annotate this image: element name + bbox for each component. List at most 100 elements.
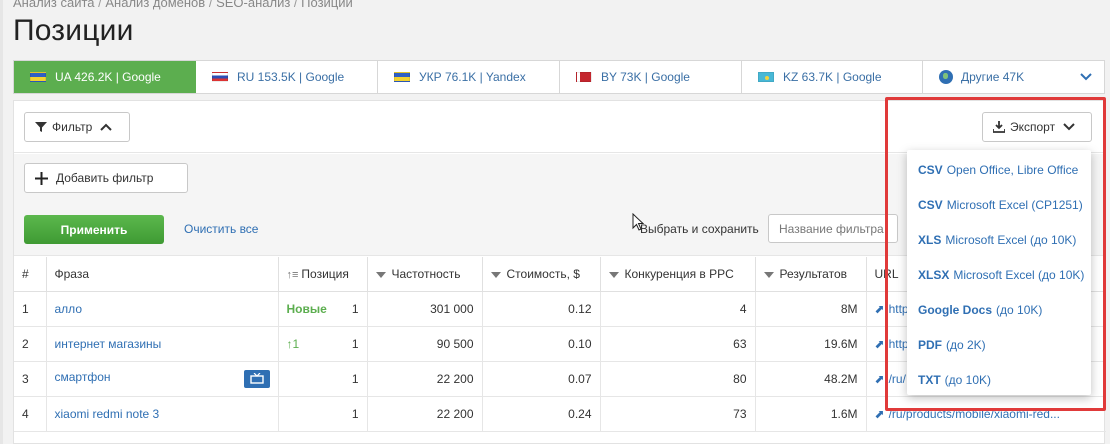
export-format: XLS — [918, 232, 942, 247]
breadcrumb: Анализ сайта / Анализ доменов / SEO-анал… — [13, 0, 353, 10]
breadcrumb-item[interactable]: Анализ доменов — [105, 0, 205, 10]
col-results[interactable]: Результатов — [755, 257, 867, 292]
col-frequency[interactable]: Частотность — [367, 257, 483, 292]
export-google-docs[interactable]: Google Docs (до 10K) — [907, 292, 1091, 327]
chevron-down-icon[interactable] — [1080, 73, 1092, 81]
position-value: 1 — [351, 406, 359, 421]
tab-other[interactable]: Другие 47K — [923, 61, 1104, 93]
tab-ukr-yandex[interactable]: УКР 76.1K | Yandex — [378, 61, 560, 93]
export-desc: (до 10K) — [996, 302, 1043, 317]
row-index: 4 — [14, 396, 47, 432]
export-desc: (до 2K) — [946, 337, 986, 352]
url-cell: ⬈ /ru/products/mobile/xiaomi-red... — [866, 396, 1106, 432]
ukraine-flag-icon — [394, 72, 410, 82]
belarus-flag-icon — [576, 72, 592, 82]
phrase-link[interactable]: алло — [55, 302, 83, 316]
export-csv-excel[interactable]: CSV Microsoft Excel (CP1251) — [907, 187, 1091, 222]
frequency-cell: 22 200 — [367, 361, 483, 397]
tab-by-google[interactable]: BY 73K | Google — [560, 61, 742, 93]
export-format: PDF — [918, 337, 942, 352]
export-button-label: Экспорт — [1010, 120, 1056, 134]
breadcrumb-item[interactable]: SEO-анализ — [216, 0, 290, 10]
position-value: 1 — [351, 301, 359, 316]
export-pdf[interactable]: PDF (до 2K) — [907, 327, 1091, 362]
position-cell: 1 — [278, 396, 368, 432]
col-ppc-label: Конкуренция в PPC — [624, 266, 734, 281]
add-filter-label: Добавить фильтр — [56, 171, 154, 185]
url-link[interactable]: /ru/ — [889, 372, 906, 386]
external-link-icon[interactable]: ⬈ — [875, 302, 885, 316]
clear-all-link[interactable]: Очистить все — [184, 222, 258, 236]
col-position-label: Позиция — [301, 266, 349, 281]
export-desc: Open Office, Libre Office — [946, 162, 1079, 177]
add-filter-button[interactable]: Добавить фильтр — [24, 163, 188, 193]
region-tabs: UA 426.2K | Google RU 153.5K | Google УК… — [13, 60, 1105, 94]
sort-asc-icon: ↑≡ — [286, 268, 299, 281]
export-desc: Microsoft Excel (CP1251) — [946, 197, 1083, 212]
col-cost[interactable]: Стоимость, $ — [482, 257, 601, 292]
export-desc: (до 10K) — [944, 372, 992, 387]
mouse-cursor-icon — [632, 213, 644, 231]
apply-button[interactable]: Применить — [24, 215, 164, 244]
phrase-link[interactable]: смартфон — [55, 370, 111, 384]
frequency-cell: 22 200 — [367, 396, 483, 432]
cost-cell: 0.24 — [482, 396, 601, 432]
export-xlsx[interactable]: XLSX Microsoft Excel (до 10K) — [907, 257, 1091, 292]
breadcrumb-item: Позиции — [301, 0, 353, 10]
sort-desc-icon — [763, 271, 774, 278]
col-position[interactable]: ↑≡ Позиция — [278, 257, 368, 292]
external-link-icon[interactable]: ⬈ — [875, 407, 885, 421]
filter-button-label: Фильтр — [52, 120, 93, 134]
position-cell: 1 — [278, 361, 368, 397]
export-dropdown-menu: CSV Open Office, Libre Office CSV Microsof… — [907, 150, 1091, 395]
tab-label: Другие 47K — [961, 70, 1025, 84]
export-xls[interactable]: XLS Microsoft Excel (до 10K) — [907, 222, 1091, 257]
position-change-badge: ↑1 — [286, 336, 300, 351]
phrase-link[interactable]: интернет магазины — [55, 337, 162, 351]
export-desc: Microsoft Excel (до 10K) — [953, 267, 1085, 282]
download-icon — [993, 121, 1005, 133]
phrase-cell: интернет магазины — [46, 326, 279, 362]
tab-kz-google[interactable]: KZ 63.7K | Google — [742, 61, 923, 93]
url-link[interactable]: /ru/products/mobile/xiaomi-red... — [889, 407, 1060, 421]
position-cell: Новые 1 — [278, 291, 368, 327]
url-link[interactable]: http — [889, 302, 909, 316]
export-format: CSV — [918, 162, 943, 177]
export-txt[interactable]: TXT (до 10K) — [907, 362, 1091, 397]
phrase-link[interactable]: xiaomi redmi note 3 — [55, 407, 160, 421]
export-button[interactable]: Экспорт — [982, 112, 1092, 142]
col-cost-label: Стоимость, $ — [506, 266, 580, 281]
tab-label: UA 426.2K | Google — [55, 70, 161, 84]
kazakhstan-flag-icon — [758, 72, 774, 82]
frequency-cell: 90 500 — [367, 326, 483, 362]
tab-ua-google[interactable]: UA 426.2K | Google — [14, 61, 196, 93]
select-save-label[interactable]: Выбрать и сохранить — [640, 222, 759, 236]
external-link-icon[interactable]: ⬈ — [875, 372, 885, 386]
tab-label: УКР 76.1K | Yandex — [419, 70, 526, 84]
col-ppc[interactable]: Конкуренция в PPC — [600, 257, 756, 292]
ppc-cell: 73 — [600, 396, 756, 432]
row-index: 2 — [14, 326, 47, 362]
ppc-cell: 63 — [600, 326, 756, 362]
media-icon[interactable] — [243, 369, 270, 388]
col-phrase[interactable]: Фраза — [46, 257, 279, 292]
chevron-down-icon — [1063, 123, 1075, 131]
position-change-badge: Новые — [286, 301, 327, 316]
position-cell: ↑1 1 — [278, 326, 368, 362]
external-link-icon[interactable]: ⬈ — [875, 337, 885, 351]
url-link[interactable]: http — [889, 337, 909, 351]
chevron-up-icon — [100, 123, 113, 131]
filter-name-input[interactable] — [768, 214, 898, 243]
tab-ru-google[interactable]: RU 153.5K | Google — [196, 61, 378, 93]
tab-label: KZ 63.7K | Google — [783, 70, 882, 84]
breadcrumb-item[interactable]: Анализ сайта — [13, 0, 95, 10]
russia-flag-icon — [212, 72, 228, 82]
funnel-icon — [35, 122, 47, 132]
filter-toolbar: Фильтр Экспорт — [14, 101, 1106, 153]
export-format: TXT — [918, 372, 941, 387]
plus-icon — [35, 171, 48, 185]
cost-cell: 0.10 — [482, 326, 601, 362]
export-csv-openoffice[interactable]: CSV Open Office, Libre Office — [907, 152, 1091, 187]
export-format: XLSX — [918, 267, 950, 282]
filter-button[interactable]: Фильтр — [24, 112, 130, 142]
